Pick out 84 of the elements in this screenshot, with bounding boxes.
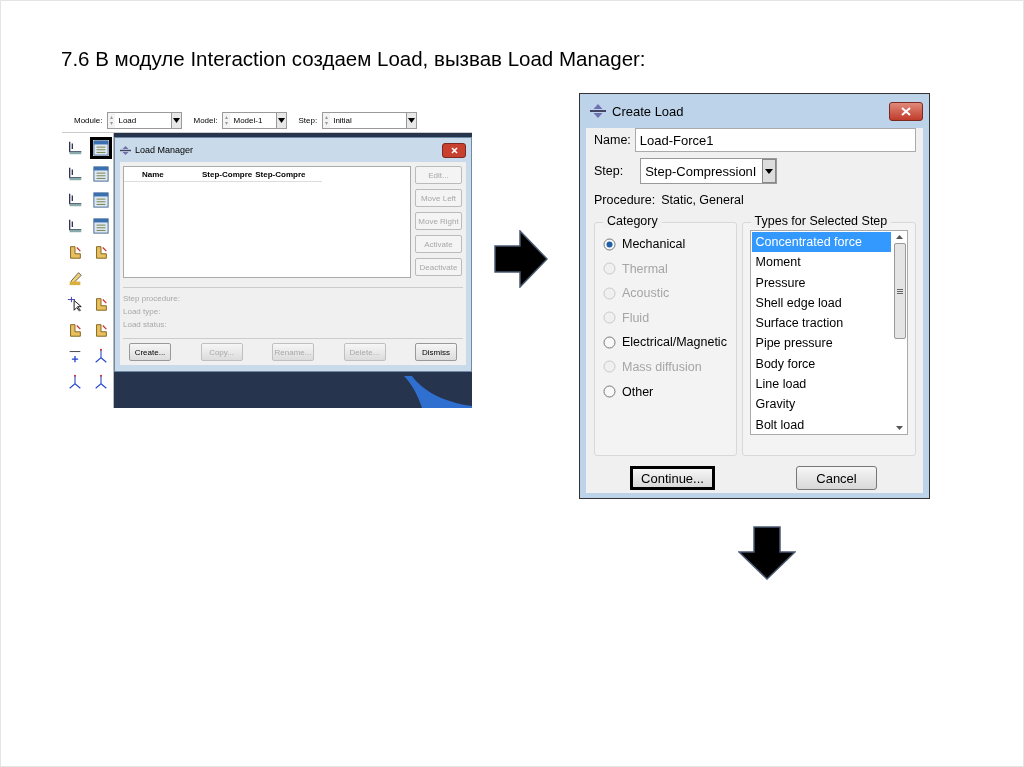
table-icon — [93, 191, 109, 209]
spinner-icon — [223, 112, 231, 128]
part-icon — [67, 321, 83, 339]
dialog-button[interactable]: Create... — [129, 343, 171, 361]
list-item[interactable]: Pressure — [751, 272, 891, 293]
radio-button[interactable] — [603, 335, 616, 349]
list-item[interactable]: Gravity — [751, 394, 891, 415]
grip-icon — [896, 288, 903, 294]
list-item[interactable]: Surface traction — [751, 313, 891, 334]
dropdown[interactable]: Initial — [322, 111, 418, 129]
column-header: Step-Compre — [202, 169, 253, 179]
radio-label: Mechanical — [622, 237, 686, 251]
caret-icon — [173, 117, 181, 123]
list-item[interactable]: Pipe pressure — [751, 333, 891, 354]
scroll-down-icon — [896, 426, 903, 430]
caret-icon — [765, 168, 774, 174]
dialog-title: Load Manager — [135, 145, 194, 155]
dropdown[interactable]: Load — [107, 111, 183, 129]
field-label: Step: — [594, 164, 624, 178]
down-arrow-icon — [738, 526, 796, 580]
spinner-icon — [108, 112, 116, 128]
close-button[interactable] — [442, 142, 466, 158]
radio-label: Acoustic — [622, 286, 670, 301]
radio-button[interactable] — [603, 237, 616, 251]
list-item[interactable]: Body force — [751, 353, 891, 375]
column-header: Step-Compre — [255, 169, 306, 179]
info-label: Load status: — [123, 320, 168, 329]
radio-label: Other — [622, 384, 654, 399]
part-icon — [93, 321, 109, 339]
part-icon — [93, 295, 109, 313]
radio-label: Electrical/Magnetic — [622, 335, 727, 350]
table-tool[interactable] — [90, 137, 112, 159]
support-icon — [67, 165, 83, 183]
load-list[interactable]: Name Step-Compre Step-Compre — [123, 166, 411, 278]
radio-label: Fluid — [622, 310, 650, 325]
combo-label: Model: — [193, 115, 218, 125]
dialog-icon — [590, 104, 606, 118]
radio-label: Thermal — [622, 261, 668, 276]
support-icon — [67, 191, 83, 209]
right-arrow-icon — [494, 230, 548, 288]
caret-icon — [278, 117, 286, 123]
list-item[interactable]: Bolt load — [751, 414, 891, 435]
list-item[interactable]: Moment — [751, 252, 891, 273]
part-icon — [93, 243, 109, 261]
list-item[interactable]: Line load — [751, 374, 891, 395]
pencil-icon — [67, 269, 83, 287]
spinner-icon — [323, 112, 331, 128]
dialog-icon — [120, 145, 131, 155]
dialog-button[interactable]: Cancel — [796, 466, 877, 490]
close-button[interactable] — [889, 101, 923, 121]
info-label: Load type: — [123, 307, 162, 316]
combo-label: Module: — [74, 115, 103, 125]
table-icon — [93, 139, 109, 157]
procedure-value: Static, General — [661, 193, 744, 207]
table-icon — [93, 217, 109, 235]
slide-heading: 7.6 В модуле Interaction создаем Load, вызвав Load Manager: — [61, 46, 646, 72]
table-icon — [93, 165, 109, 183]
info-label: Step procedure: — [123, 294, 181, 303]
cursor-icon — [67, 295, 83, 313]
close-icon — [901, 106, 911, 116]
field-label: Name: — [594, 133, 631, 147]
radio-label: Mass diffusion — [622, 359, 702, 374]
field-label: Procedure: — [594, 193, 656, 207]
name-field[interactable]: Load-Force1 — [634, 128, 916, 152]
scroll-up-icon — [896, 235, 903, 239]
axes-icon — [67, 373, 83, 391]
caret-icon — [408, 117, 416, 123]
close-icon — [450, 146, 458, 154]
support-icon — [67, 139, 83, 157]
dropdown[interactable]: Model-1 — [222, 111, 288, 129]
group-title: Types for Selected Step — [750, 214, 892, 228]
support-icon — [67, 217, 83, 235]
combo-label: Step: — [298, 115, 318, 125]
step-dropdown[interactable]: Step-CompressionI — [640, 158, 778, 184]
dialog-title: Create Load — [612, 103, 684, 119]
axes-icon — [93, 347, 109, 365]
dialog-button[interactable]: Dismiss — [415, 343, 457, 361]
part-icon — [67, 243, 83, 261]
group-title: Category — [603, 214, 662, 228]
column-header: Name — [142, 169, 165, 179]
axes-icon — [93, 373, 109, 391]
dialog-button[interactable]: Continue... — [630, 466, 715, 490]
list-item[interactable]: Shell edge load — [751, 292, 891, 314]
radio-button[interactable] — [603, 385, 616, 399]
